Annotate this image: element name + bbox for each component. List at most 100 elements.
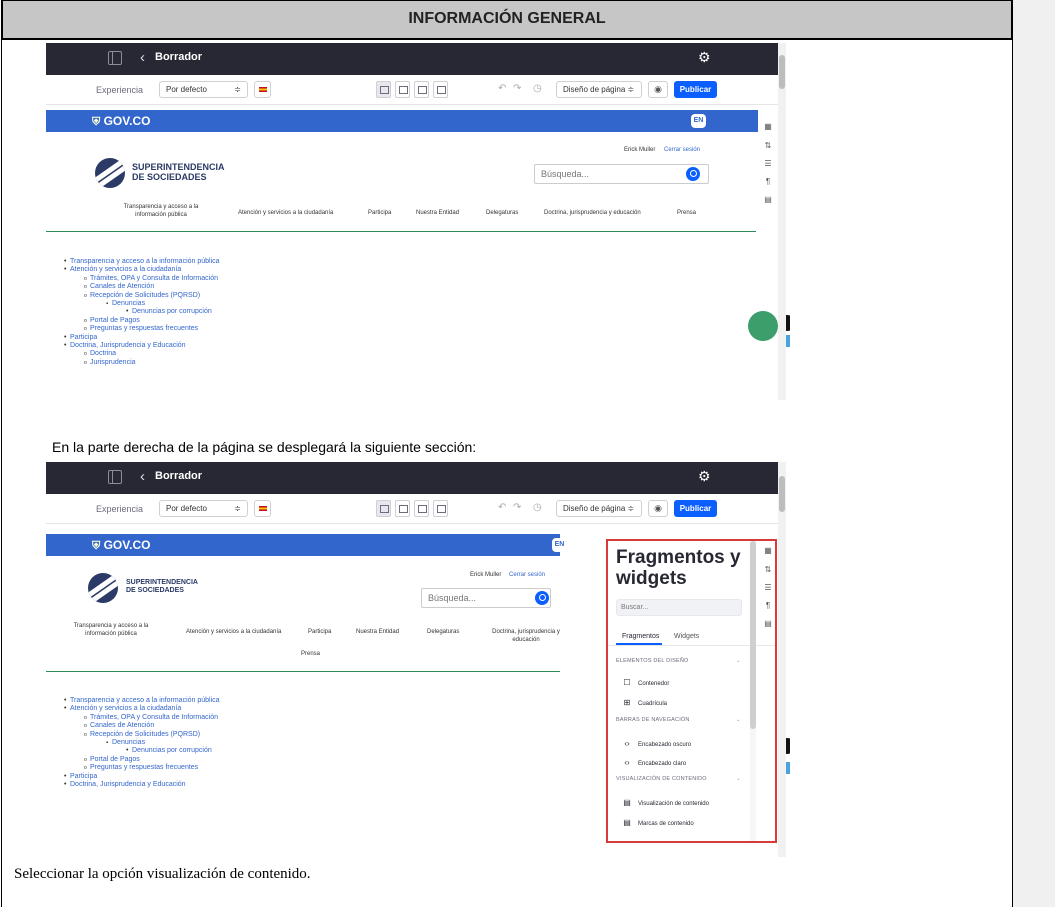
tablet-view-button[interactable] <box>395 81 410 98</box>
fragment-container[interactable]: ☐ Contenedor <box>622 678 669 687</box>
tree-link[interactable]: Trámites, OPA y Consulta de Información <box>90 275 218 282</box>
fragments-grid-icon[interactable]: ▦ <box>763 546 773 556</box>
fragments-grid-icon[interactable]: ▦ <box>763 122 773 132</box>
desktop-view-button[interactable] <box>376 500 391 517</box>
gov-logo[interactable]: ⛨ GOV.CO <box>92 538 151 553</box>
tree-link[interactable]: Doctrina, Jurisprudencia y Educación <box>70 342 186 349</box>
experience-select[interactable]: Por defecto ≑ <box>159 81 248 98</box>
list-icon[interactable]: ☰ <box>763 159 773 169</box>
site-search-input[interactable]: Búsqueda... <box>534 164 709 184</box>
section-design-elements[interactable]: ELEMENTOS DEL DISEÑO ⌄ <box>616 658 741 664</box>
tab-widgets[interactable]: Widgets <box>674 633 699 640</box>
page-structure-icon[interactable]: ⇅ <box>763 565 773 575</box>
fragments-search-input[interactable]: Buscar... <box>616 599 742 616</box>
tree-item-doctrina[interactable]: Doctrina, Jurisprudencia y Educación Doc… <box>64 342 220 368</box>
tree-item-atencion[interactable]: Atención y servicios a la ciudadanía Trá… <box>64 266 220 334</box>
tree-link[interactable]: Denuncias por corrupción <box>132 747 212 754</box>
paint-icon[interactable]: ¶ <box>763 177 773 187</box>
mobile-view-button[interactable] <box>433 500 448 517</box>
nav-item-delegaturas[interactable]: Delegaturas <box>427 628 459 636</box>
redo-icon[interactable]: ↷ <box>513 502 521 513</box>
tree-link[interactable]: Preguntas y respuestas frecuentes <box>90 764 198 771</box>
nav-item-prensa[interactable]: Prensa <box>677 209 696 217</box>
nav-item-atencion[interactable]: Atención y servicios a la ciudadanía <box>238 209 333 217</box>
tree-link[interactable]: Doctrina <box>90 350 116 357</box>
scrollbar-thumb[interactable] <box>779 476 785 512</box>
tree-link[interactable]: Denuncias por corrupción <box>132 308 212 315</box>
gear-icon[interactable]: ⚙ <box>698 468 711 485</box>
section-content-display[interactable]: VISUALIZACIÓN DE CONTENIDO ⌄ <box>616 776 741 782</box>
tree-item-doctrina-sub[interactable]: Doctrina <box>84 350 220 359</box>
tree-item-portal-pagos[interactable]: Portal de Pagos <box>84 756 220 765</box>
sidebar-toggle-icon[interactable] <box>108 51 122 65</box>
tree-link[interactable]: Portal de Pagos <box>90 317 140 324</box>
tree-item-denuncias-corrupcion[interactable]: Denuncias por corrupción <box>126 747 220 756</box>
nav-item-doctrina[interactable]: Doctrina, jurisprudencia y educación <box>486 628 566 644</box>
preview-eye-icon[interactable]: ◉ <box>648 81 668 98</box>
tree-link[interactable]: Canales de Atención <box>90 722 154 729</box>
fragment-content-marks[interactable]: ▤ Marcas de contenido <box>622 818 693 827</box>
nav-item-nuestra-entidad[interactable]: Nuestra Entidad <box>356 628 399 636</box>
site-search-input[interactable]: Búsqueda... <box>421 588 551 608</box>
chat-widget-icon[interactable] <box>748 311 778 341</box>
panel-scrollbar[interactable] <box>750 541 756 841</box>
tree-link[interactable]: Participa <box>70 334 97 341</box>
tree-item-tramites[interactable]: Trámites, OPA y Consulta de Información <box>84 275 220 284</box>
back-arrow-icon[interactable]: ‹ <box>140 49 145 66</box>
tree-link[interactable]: Doctrina, Jurisprudencia y Educación <box>70 781 186 788</box>
tree-item-atencion[interactable]: Atención y servicios a la ciudadanía Trá… <box>64 705 220 773</box>
tablet-view-button[interactable] <box>395 500 410 517</box>
tree-link[interactable]: Jurisprudencia <box>90 359 136 366</box>
mobile-view-button[interactable] <box>433 81 448 98</box>
publish-button[interactable]: Publicar <box>674 81 717 98</box>
nav-item-transparencia[interactable]: Transparencia y acceso a la información … <box>116 203 206 219</box>
fragment-grid[interactable]: ⊞ Cuadrícula <box>622 698 667 707</box>
search-icon[interactable] <box>535 591 549 605</box>
logout-link[interactable]: Cerrar sesión <box>664 147 700 153</box>
editor-scrollbar[interactable] <box>778 462 786 857</box>
tree-link[interactable]: Recepción de Solicitudes (PQRSD) <box>90 731 200 738</box>
language-flag-icon[interactable] <box>254 81 271 98</box>
desktop-view-button[interactable] <box>376 81 391 98</box>
tree-link[interactable]: Denuncias <box>112 739 145 746</box>
design-select[interactable]: Diseño de página ≑ <box>556 81 642 98</box>
supersociedades-logo-icon[interactable] <box>95 158 125 188</box>
back-arrow-icon[interactable]: ‹ <box>140 468 145 485</box>
logout-link[interactable]: Cerrar sesión <box>509 572 545 578</box>
language-en-button[interactable]: EN <box>552 538 567 552</box>
experience-select[interactable]: Por defecto ≑ <box>159 500 248 517</box>
tree-item-denuncias-corrupcion[interactable]: Denuncias por corrupción <box>126 308 220 317</box>
editor-scrollbar[interactable] <box>778 43 786 400</box>
tree-item-transparencia[interactable]: Transparencia y acceso a la información … <box>64 697 220 706</box>
gov-logo[interactable]: ⛨ GOV.CO <box>92 114 151 129</box>
landscape-view-button[interactable] <box>414 81 429 98</box>
sidebar-toggle-icon[interactable] <box>108 470 122 484</box>
tree-item-participa[interactable]: Participa <box>64 334 220 343</box>
panel-scrollbar-thumb[interactable] <box>750 541 756 729</box>
page-structure-icon[interactable]: ⇅ <box>763 141 773 151</box>
tree-link[interactable]: Denuncias <box>112 300 145 307</box>
tree-item-transparencia[interactable]: Transparencia y acceso a la información … <box>64 258 220 267</box>
tree-link[interactable]: Atención y servicios a la ciudadanía <box>70 266 181 273</box>
section-navigation-bars[interactable]: BARRAS DE NAVEGACIÓN ⌄ <box>616 717 741 723</box>
tree-link[interactable]: Portal de Pagos <box>90 756 140 763</box>
tree-item-canales[interactable]: Canales de Atención <box>84 722 220 731</box>
nav-item-participa[interactable]: Participa <box>308 628 331 636</box>
tree-link[interactable]: Preguntas y respuestas frecuentes <box>90 325 198 332</box>
history-icon[interactable]: ◷ <box>533 502 542 513</box>
nav-item-transparencia[interactable]: Transparencia y acceso a la información … <box>66 622 156 638</box>
search-icon[interactable] <box>686 167 700 181</box>
tree-link[interactable]: Transparencia y acceso a la información … <box>70 697 220 704</box>
nav-item-delegaturas[interactable]: Delegaturas <box>486 209 518 217</box>
fragment-content-display[interactable]: ▤ Visualización de contenido <box>622 798 709 807</box>
tree-item-denuncias[interactable]: Denuncias Denuncias por corrupción <box>106 300 220 317</box>
nav-item-prensa[interactable]: Prensa <box>301 650 320 658</box>
tree-link[interactable]: Trámites, OPA y Consulta de Información <box>90 714 218 721</box>
design-select[interactable]: Diseño de página ≑ <box>556 500 642 517</box>
tree-link[interactable]: Recepción de Solicitudes (PQRSD) <box>90 292 200 299</box>
landscape-view-button[interactable] <box>414 500 429 517</box>
language-flag-icon[interactable] <box>254 500 271 517</box>
tree-item-recepcion[interactable]: Recepción de Solicitudes (PQRSD) Denunci… <box>84 292 220 318</box>
tree-item-participa[interactable]: Participa <box>64 773 220 782</box>
tree-item-preguntas[interactable]: Preguntas y respuestas frecuentes <box>84 325 220 334</box>
